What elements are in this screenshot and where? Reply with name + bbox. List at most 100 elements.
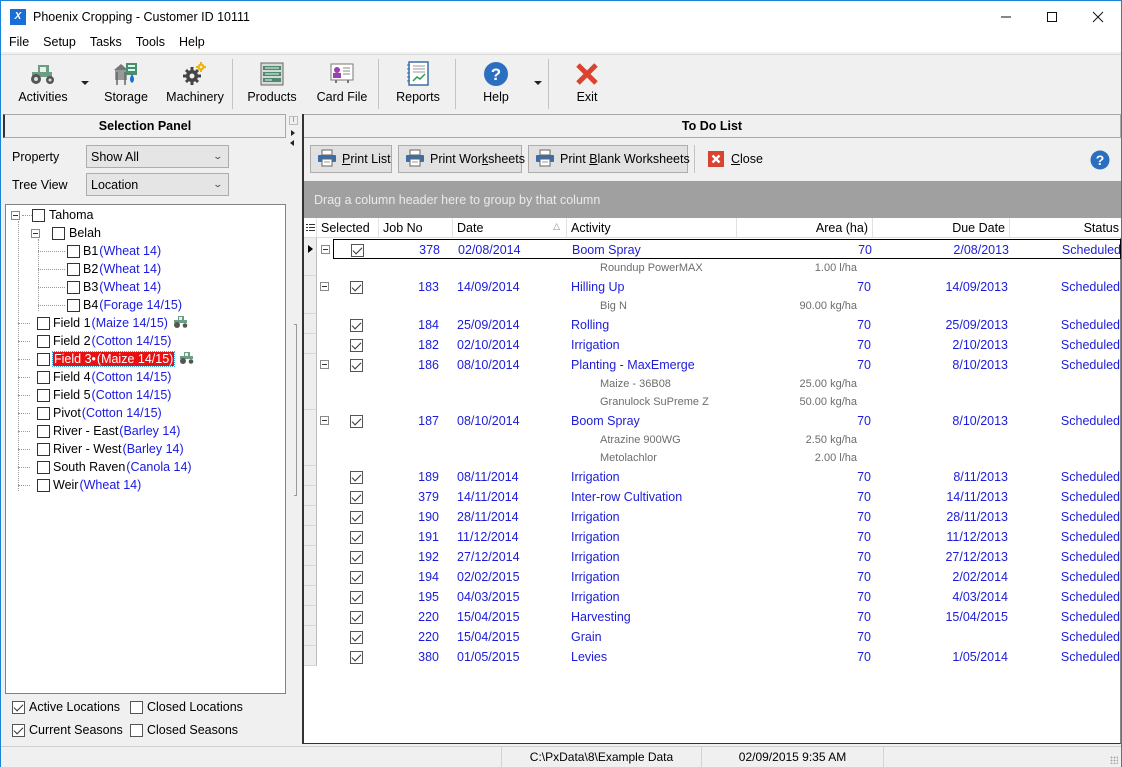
closed-seasons-checkbox[interactable]: Closed Seasons xyxy=(130,723,238,737)
maximize-button[interactable] xyxy=(1029,1,1075,32)
collapse-row-icon[interactable] xyxy=(320,360,331,369)
menu-file[interactable]: File xyxy=(1,35,35,49)
products-button[interactable]: Products xyxy=(245,61,299,109)
table-row[interactable]: 186 08/10/2014 Planting - MaxEmerge 70 8/10/… xyxy=(317,355,1121,375)
pin-icon[interactable]: I xyxy=(289,116,298,125)
tree-node-field[interactable]: River - West(Barley 14) xyxy=(18,440,184,458)
machinery-button[interactable]: Machinery xyxy=(164,61,226,109)
row-selected-checkbox[interactable] xyxy=(350,467,363,487)
row-selected-checkbox[interactable] xyxy=(350,647,363,667)
tree-node-subfield[interactable]: B4(Forage 14/15) xyxy=(38,296,182,314)
table-row[interactable]: 192 27/12/2014 Irrigation 70 27/12/2013 Sched… xyxy=(317,547,1121,567)
print-worksheets-button[interactable]: Print Worksheets xyxy=(398,145,525,173)
tree-node-field[interactable]: Field 3•(Maize 14/15) xyxy=(18,350,195,368)
checkbox-icon[interactable] xyxy=(12,723,25,737)
column-chooser-icon[interactable] xyxy=(304,218,317,238)
activities-button[interactable]: Activities xyxy=(15,61,71,109)
column-header-area[interactable]: Area (ha) xyxy=(737,218,873,238)
row-selected-checkbox[interactable] xyxy=(351,240,364,260)
close-todo-button[interactable]: Close xyxy=(708,145,763,173)
checkbox-icon[interactable] xyxy=(130,700,143,714)
tree-node-group[interactable]: Belah xyxy=(31,224,101,242)
column-header-job-no[interactable]: Job No xyxy=(379,218,453,238)
group-by-area[interactable]: Drag a column header here to group by th… xyxy=(304,181,1121,218)
tree-node-checkbox[interactable] xyxy=(37,478,50,492)
row-selector[interactable] xyxy=(304,566,317,586)
checkbox-icon[interactable] xyxy=(130,723,143,737)
collapse-icon[interactable] xyxy=(11,210,20,220)
tree-node-checkbox[interactable] xyxy=(67,280,80,294)
tree-node-field[interactable]: South Raven(Canola 14) xyxy=(18,458,192,476)
active-locations-checkbox[interactable]: Active Locations xyxy=(12,700,120,714)
menu-help[interactable]: Help xyxy=(171,35,211,49)
row-selected-checkbox[interactable] xyxy=(350,411,363,431)
storage-button[interactable]: Storage xyxy=(101,61,151,109)
property-select[interactable]: Show All ⌄ xyxy=(86,145,229,168)
row-selected-checkbox[interactable] xyxy=(350,355,363,375)
table-row[interactable]: 187 08/10/2014 Boom Spray 70 8/10/2013 Schedu… xyxy=(317,411,1121,431)
tree-node-field[interactable]: Pivot(Cotton 14/15) xyxy=(18,404,162,422)
table-row[interactable]: 220 15/04/2015 Harvesting 70 15/04/2015 Sched… xyxy=(317,607,1121,627)
row-selected-checkbox[interactable] xyxy=(350,507,363,527)
column-header-selected[interactable]: Selected xyxy=(317,218,379,238)
row-selector[interactable] xyxy=(304,646,317,666)
tree-node-checkbox[interactable] xyxy=(37,388,50,402)
collapse-row-icon[interactable] xyxy=(320,282,331,291)
table-row[interactable]: 220 15/04/2015 Grain 70 Scheduled xyxy=(317,627,1121,647)
activities-dropdown-icon[interactable] xyxy=(81,81,89,85)
tree-node-checkbox[interactable] xyxy=(37,352,50,366)
tree-view-select[interactable]: Location ⌄ xyxy=(86,173,229,196)
tree-node-root[interactable]: Tahoma xyxy=(11,206,93,224)
column-header-activity[interactable]: Activity xyxy=(567,218,737,238)
row-selector[interactable] xyxy=(304,238,317,276)
tree-node-checkbox[interactable] xyxy=(37,370,50,384)
tree-node-subfield[interactable]: B1(Wheat 14) xyxy=(38,242,161,260)
row-selected-checkbox[interactable] xyxy=(350,627,363,647)
column-header-due-date[interactable]: Due Date xyxy=(873,218,1010,238)
menu-tools[interactable]: Tools xyxy=(128,35,171,49)
row-selected-checkbox[interactable] xyxy=(350,315,363,335)
collapse-row-icon[interactable] xyxy=(320,416,331,425)
row-selected-checkbox[interactable] xyxy=(350,587,363,607)
card-file-button[interactable]: Card File xyxy=(315,61,369,109)
table-row[interactable]: 379 14/11/2014 Inter-row Cultivation 70 14/1… xyxy=(317,487,1121,507)
row-selector[interactable] xyxy=(304,354,317,410)
table-row[interactable]: 182 02/10/2014 Irrigation 70 2/10/2013 Schedu… xyxy=(317,335,1121,355)
table-row[interactable]: 380 01/05/2015 Levies 70 1/05/2014 Scheduled xyxy=(317,647,1121,667)
row-selector[interactable] xyxy=(304,606,317,626)
tree-node-checkbox[interactable] xyxy=(37,334,50,348)
help-dropdown-icon[interactable] xyxy=(534,81,542,85)
row-selector[interactable] xyxy=(304,506,317,526)
tree-node-field[interactable]: River - East(Barley 14) xyxy=(18,422,180,440)
menu-setup[interactable]: Setup xyxy=(35,35,82,49)
row-selector[interactable] xyxy=(304,276,317,314)
row-selector[interactable] xyxy=(304,586,317,606)
tree-node-checkbox[interactable] xyxy=(32,208,45,222)
tree-node-checkbox[interactable] xyxy=(67,262,80,276)
row-selected-checkbox[interactable] xyxy=(350,527,363,547)
location-tree[interactable]: Tahoma Belah B1(Wheat 14) B2(Wheat 14) B3(… xyxy=(5,204,286,694)
tree-node-checkbox[interactable] xyxy=(37,460,50,474)
exit-button[interactable]: Exit xyxy=(567,61,607,109)
column-header-date[interactable]: Date △ xyxy=(453,218,567,238)
row-selected-checkbox[interactable] xyxy=(350,487,363,507)
current-seasons-checkbox[interactable]: Current Seasons xyxy=(12,723,123,737)
minimize-button[interactable] xyxy=(983,1,1029,32)
tree-node-field[interactable]: Field 5(Cotton 14/15) xyxy=(18,386,171,404)
tree-node-checkbox[interactable] xyxy=(37,442,50,456)
row-selected-checkbox[interactable] xyxy=(350,335,363,355)
reports-button[interactable]: Reports xyxy=(393,61,443,109)
tree-node-field[interactable]: Field 4(Cotton 14/15) xyxy=(18,368,171,386)
row-selector[interactable] xyxy=(304,466,317,486)
row-selected-checkbox[interactable] xyxy=(350,607,363,627)
close-window-button[interactable] xyxy=(1075,1,1121,32)
row-selector[interactable] xyxy=(304,626,317,646)
tree-node-field[interactable]: Field 2(Cotton 14/15) xyxy=(18,332,171,350)
print-list-button[interactable]: Print List xyxy=(310,145,392,173)
table-row[interactable]: 195 04/03/2015 Irrigation 70 4/03/2014 Schedu… xyxy=(317,587,1121,607)
row-selected-checkbox[interactable] xyxy=(350,277,363,297)
column-header-status[interactable]: Status xyxy=(1010,218,1121,238)
tree-node-field[interactable]: Field 1(Maize 14/15) xyxy=(18,314,189,332)
table-row[interactable]: 191 11/12/2014 Irrigation 70 11/12/2013 Sched… xyxy=(317,527,1121,547)
table-row[interactable]: 378 02/08/2014 Boom Spray 70 2/08/2013 Schedu… xyxy=(321,239,1121,260)
